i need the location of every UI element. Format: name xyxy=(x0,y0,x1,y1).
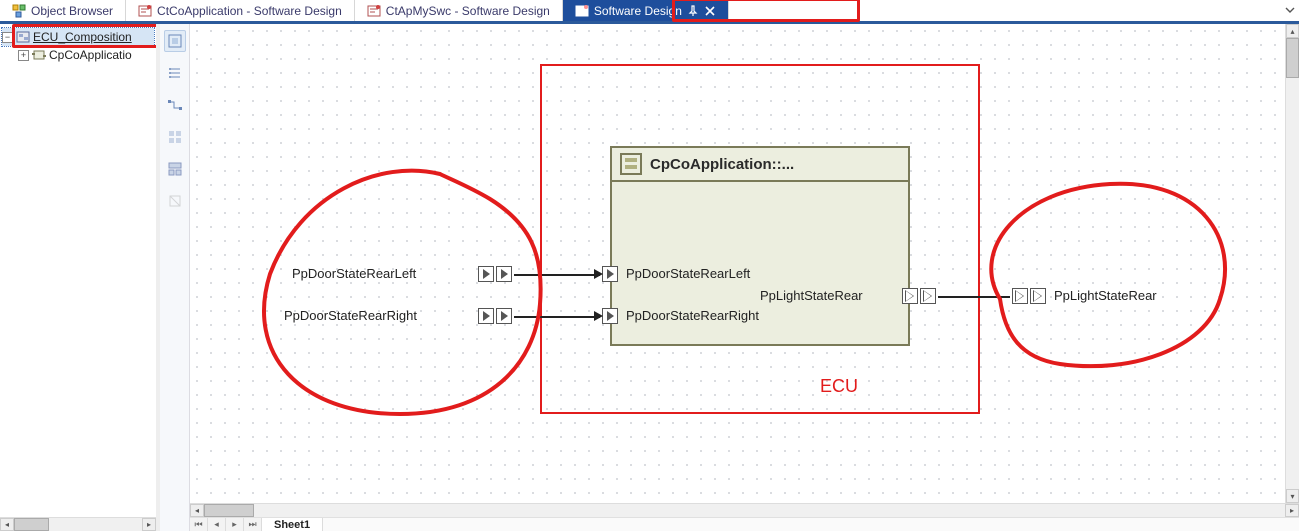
swc-icon xyxy=(32,48,46,62)
scroll-right-button[interactable]: ▸ xyxy=(1285,504,1299,517)
tool-grid[interactable] xyxy=(164,126,186,148)
component-port-in-1[interactable] xyxy=(602,266,618,282)
ecu-label: ECU xyxy=(820,376,858,397)
tool-select[interactable] xyxy=(164,30,186,52)
design-icon xyxy=(367,4,381,18)
external-port-in-1[interactable] xyxy=(478,266,494,282)
scroll-left-button[interactable]: ◂ xyxy=(190,504,204,517)
diagram-canvas[interactable]: ECU CpCoApplication::... PpDoorStateRear… xyxy=(190,24,1285,503)
tool-connections[interactable] xyxy=(164,94,186,116)
port-label: PpDoorStateRearRight xyxy=(284,308,417,323)
external-port-in-2[interactable] xyxy=(478,308,494,324)
component-title: CpCoApplication::... xyxy=(650,156,794,173)
delegation-port-out[interactable] xyxy=(920,288,936,304)
tab-label: Object Browser xyxy=(31,4,113,18)
tree-node-ecu-composition[interactable]: − ECU_Composition xyxy=(2,28,154,46)
port-label: PpDoorStateRearLeft xyxy=(292,266,416,281)
connector-line xyxy=(514,316,600,318)
tree-expand-icon[interactable]: + xyxy=(18,50,29,61)
component-port-in-2[interactable] xyxy=(602,308,618,324)
project-tree-panel: − ECU_Composition + CpCoApplicatio ◂ ▸ xyxy=(0,24,160,531)
tab-label: CtCoApplication - Software Design xyxy=(157,4,342,18)
tab-overflow-dropdown[interactable] xyxy=(1285,4,1295,14)
tab-label: Software Design xyxy=(594,4,682,18)
design-icon xyxy=(575,4,589,18)
external-port-out[interactable] xyxy=(1030,288,1046,304)
component-header: CpCoApplication::... xyxy=(612,148,908,182)
pin-icon[interactable] xyxy=(687,5,699,17)
scrollbar-thumb[interactable] xyxy=(1286,38,1299,78)
scroll-up-button[interactable]: ▴ xyxy=(1286,24,1299,38)
connector-line xyxy=(514,274,600,276)
delegation-port-in-2[interactable] xyxy=(496,308,512,324)
tab-object-browser[interactable]: Object Browser xyxy=(0,0,126,21)
diagram-area: ECU CpCoApplication::... PpDoorStateRear… xyxy=(160,24,1299,531)
scrollbar-thumb[interactable] xyxy=(204,504,254,517)
connector-arrow-icon xyxy=(594,269,603,279)
tab-label: CtApMySwc - Software Design xyxy=(386,4,550,18)
connector-line xyxy=(938,296,1010,298)
tab-software-design-active[interactable]: Software Design xyxy=(563,0,729,21)
tool-port-list[interactable] xyxy=(164,62,186,84)
annotation-scribble-right xyxy=(950,169,1250,389)
sheet-tab-label: Sheet1 xyxy=(274,519,310,531)
sheet-nav-next[interactable]: ▸ xyxy=(226,518,244,531)
sheet-nav-prev[interactable]: ◂ xyxy=(208,518,226,531)
sheet-nav-last[interactable]: ⏭ xyxy=(244,518,262,531)
tree-horizontal-scrollbar[interactable]: ◂ ▸ xyxy=(0,517,156,531)
port-label: PpDoorStateRearLeft xyxy=(626,266,750,281)
tab-ctapmyswc[interactable]: CtApMySwc - Software Design xyxy=(355,0,563,21)
close-icon[interactable] xyxy=(704,5,716,17)
diagram-canvas-container: ECU CpCoApplication::... PpDoorStateRear… xyxy=(190,24,1299,531)
canvas-vertical-scrollbar[interactable]: ▴ ▾ xyxy=(1285,24,1299,503)
component-port-out[interactable] xyxy=(902,288,918,304)
connector-arrow-icon xyxy=(594,311,603,321)
tool-layout[interactable] xyxy=(164,158,186,180)
port-label: PpDoorStateRearRight xyxy=(626,308,759,323)
delegation-port-in-1[interactable] xyxy=(496,266,512,282)
scroll-down-button[interactable]: ▾ xyxy=(1286,489,1299,503)
scroll-left-button[interactable]: ◂ xyxy=(0,518,14,531)
design-icon xyxy=(138,4,152,18)
tool-disabled xyxy=(164,190,186,212)
port-label: PpLightStateRear xyxy=(1054,288,1157,303)
annotation-scribble-left xyxy=(230,154,560,434)
external-port-out-frame[interactable] xyxy=(1012,288,1028,304)
sheet-tab-bar: ⏮ ◂ ▸ ⏭ Sheet1 xyxy=(190,517,1299,531)
sheet-tab[interactable]: Sheet1 xyxy=(262,518,323,531)
object-browser-icon xyxy=(12,4,26,18)
composition-icon xyxy=(16,30,30,44)
canvas-horizontal-scrollbar[interactable]: ◂ ▸ xyxy=(190,503,1299,517)
tree-node-cpcoapplication[interactable]: + CpCoApplicatio xyxy=(2,46,154,64)
diagram-toolbar xyxy=(160,24,190,531)
document-tabstrip: Object Browser CtCoApplication - Softwar… xyxy=(0,0,1299,22)
scroll-right-button[interactable]: ▸ xyxy=(142,518,156,531)
tree-node-label: ECU_Composition xyxy=(33,30,132,44)
tree-collapse-icon[interactable]: − xyxy=(2,32,13,43)
scrollbar-thumb[interactable] xyxy=(14,518,49,531)
tree-node-label: CpCoApplicatio xyxy=(49,48,132,62)
port-label: PpLightStateRear xyxy=(760,288,863,303)
component-icon xyxy=(620,153,642,175)
tab-ctcoapplication[interactable]: CtCoApplication - Software Design xyxy=(126,0,355,21)
workarea: − ECU_Composition + CpCoApplicatio ◂ ▸ xyxy=(0,22,1299,531)
sheet-nav-first[interactable]: ⏮ xyxy=(190,518,208,531)
